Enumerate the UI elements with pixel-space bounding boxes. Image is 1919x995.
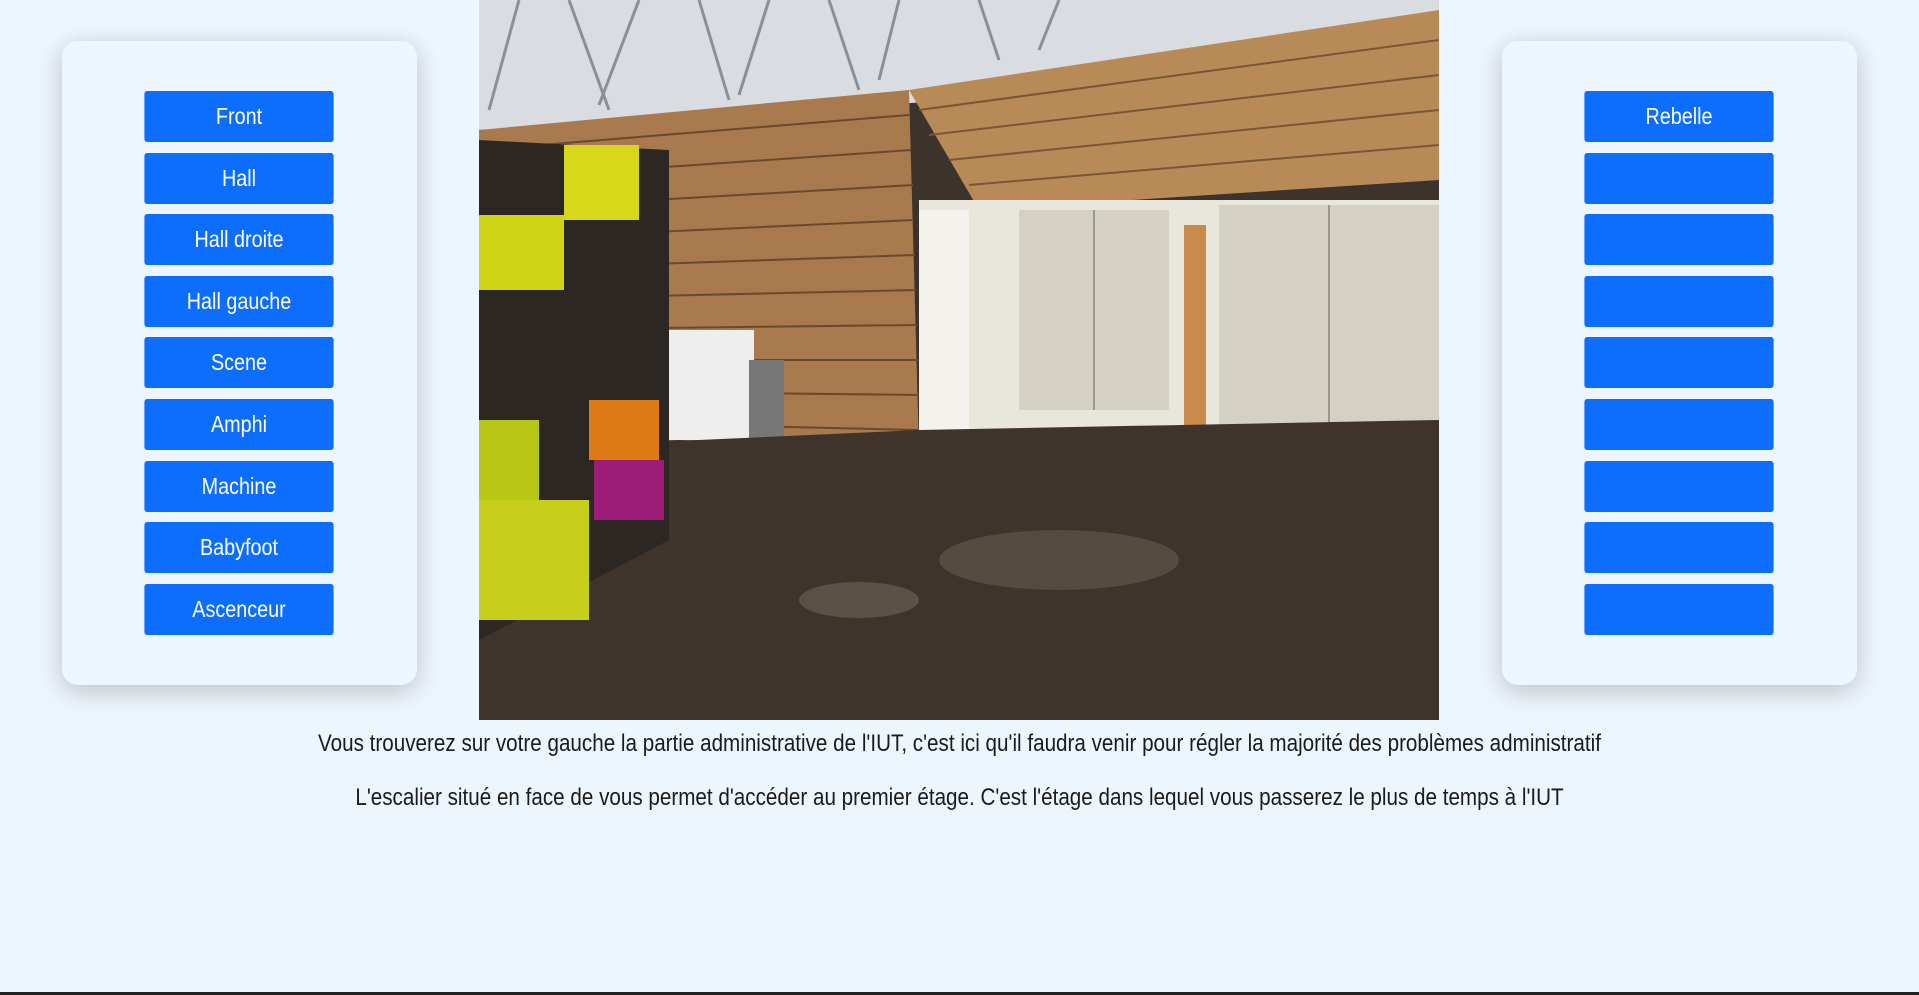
nav-button-ascenceur[interactable]: Ascenceur: [144, 584, 334, 635]
nav-button-machine[interactable]: Machine: [144, 461, 334, 512]
nav-button-empty-6[interactable]: [1584, 461, 1774, 512]
nav-button-empty-3[interactable]: [1584, 276, 1774, 327]
nav-button-hall-gauche[interactable]: Hall gauche: [144, 276, 334, 327]
description-line-1: Vous trouverez sur votre gauche la parti…: [318, 730, 1601, 757]
nav-button-empty-4[interactable]: [1584, 337, 1774, 388]
nav-button-amphi[interactable]: Amphi: [144, 399, 334, 450]
nav-button-babyfoot[interactable]: Babyfoot: [144, 522, 334, 573]
left-nav-panel: Front Hall Hall droite Hall gauche Scene…: [62, 41, 417, 685]
nav-button-empty-7[interactable]: [1584, 522, 1774, 573]
nav-button-empty-1[interactable]: [1584, 153, 1774, 204]
nav-button-rebelle[interactable]: Rebelle: [1584, 91, 1774, 142]
right-nav-panel: Rebelle: [1502, 41, 1857, 685]
nav-button-empty-8[interactable]: [1584, 584, 1774, 635]
scene-photo: [479, 0, 1439, 720]
nav-button-hall-droite[interactable]: Hall droite: [144, 214, 334, 265]
nav-button-front[interactable]: Front: [144, 91, 334, 142]
nav-button-scene[interactable]: Scene: [144, 337, 334, 388]
nav-button-hall[interactable]: Hall: [144, 153, 334, 204]
description-line-2: L'escalier situé en face de vous permet …: [355, 784, 1564, 811]
nav-button-empty-5[interactable]: [1584, 399, 1774, 450]
nav-button-empty-2[interactable]: [1584, 214, 1774, 265]
